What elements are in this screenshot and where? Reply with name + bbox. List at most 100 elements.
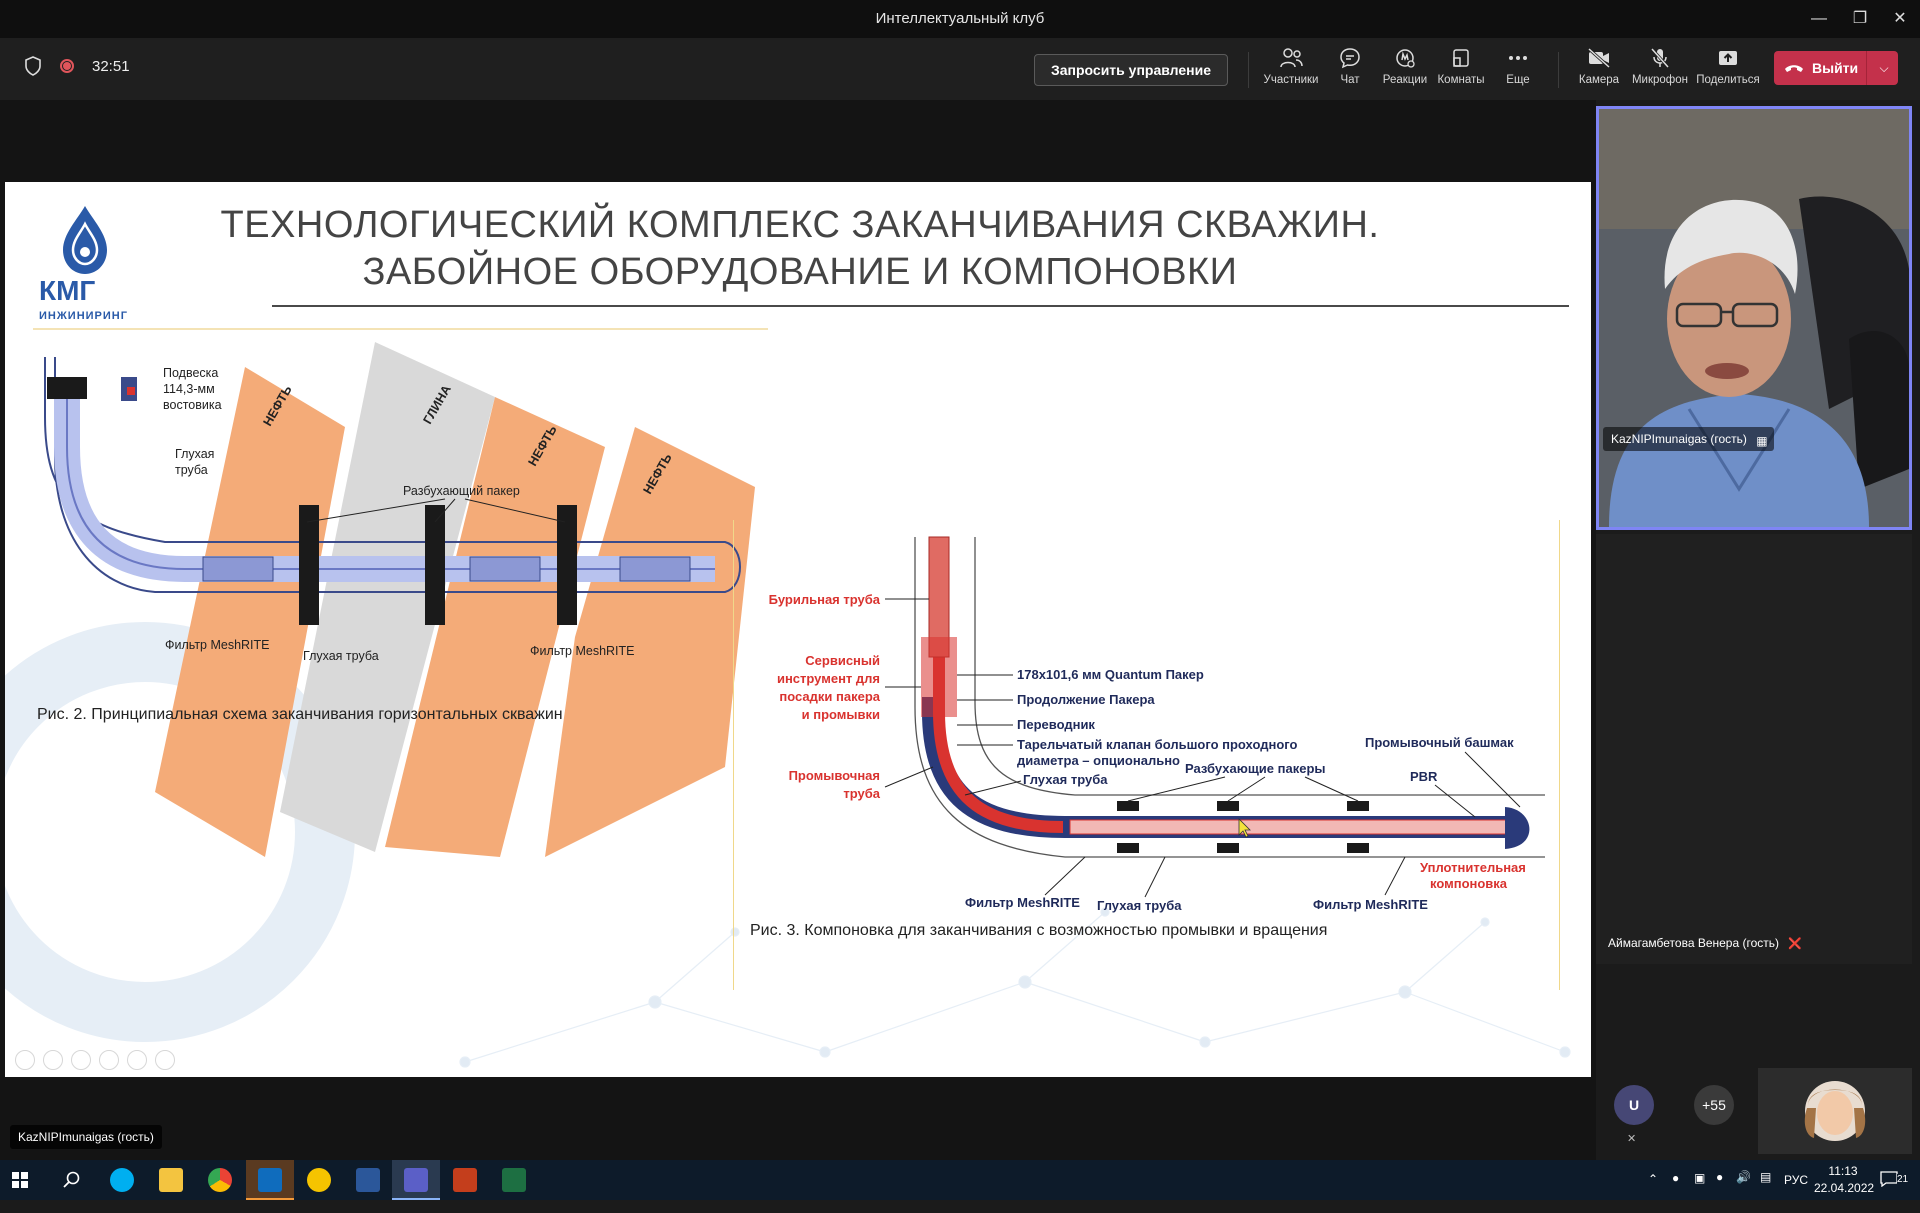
slide-title-line-1: ТЕХНОЛОГИЧЕСКИЙ КОМПЛЕКС ЗАКАНЧИВАНИЯ СК…	[220, 204, 1380, 246]
label-hanger-1: Подвеска	[163, 366, 218, 380]
share-button[interactable]: Поделиться	[1694, 46, 1762, 94]
presentation-slide: КМГ ИНЖИНИРИНГ ТЕХНОЛОГИЧЕСКИЙ КОМПЛЕКС …	[5, 182, 1591, 1077]
participant-avatar-u[interactable]: U	[1614, 1085, 1654, 1125]
1c-icon[interactable]	[307, 1168, 331, 1192]
language-indicator[interactable]: РУС	[1784, 1173, 1808, 1213]
windows-taskbar: ⌃ ● ▣ ● 🔊 ▤ РУС 11:13 22.04.2022 21	[0, 1160, 1920, 1200]
wash-shoe	[1505, 807, 1530, 849]
speaker-video-tile[interactable]: KazNIPImunaigas (гость) ▦	[1596, 106, 1912, 530]
self-view-tile[interactable]	[1758, 1068, 1912, 1154]
chrome-icon[interactable]	[208, 1168, 232, 1192]
label-service-3: посадки пакера	[779, 689, 880, 704]
clock-date: 22.04.2022	[1814, 1181, 1875, 1195]
volume-icon[interactable]: 🔊	[1736, 1170, 1751, 1210]
swell-packer-f	[1347, 843, 1369, 853]
label-packer-extension: Продолжение Пакера	[1017, 692, 1155, 707]
shield-icon	[25, 56, 41, 76]
next-slide-icon[interactable]	[43, 1050, 63, 1070]
more-button[interactable]: Еще	[1485, 46, 1551, 94]
label-swelling-packer: Разбухающий пакер	[403, 484, 520, 498]
tray-teams-icon[interactable]: ●	[1672, 1171, 1679, 1211]
swell-packer-b	[1217, 801, 1239, 811]
notifications-button[interactable]: 21	[1880, 1169, 1916, 1191]
label-blank-bottom: Глухая труба	[303, 649, 379, 663]
swell-packer-e	[1217, 843, 1239, 853]
label-valve-1: Тарельчатый клапан большого проходного	[1017, 737, 1298, 752]
swell-packer-3	[557, 505, 577, 625]
participant-tile[interactable]: Аймагамбетова Венера (гость) ❌	[1596, 534, 1912, 964]
powerpoint-icon[interactable]	[453, 1168, 477, 1192]
outlook-icon[interactable]	[258, 1168, 282, 1192]
leader-pbr	[1434, 784, 1476, 818]
teams-icon[interactable]	[404, 1168, 428, 1192]
meeting-toolbar: 32:51 Запросить управление Участники Чат…	[0, 38, 1920, 100]
swell-packer-d	[1117, 843, 1139, 853]
label-crossover: Переводник	[1017, 717, 1095, 732]
mic-off-icon	[1650, 48, 1670, 68]
clock[interactable]: 11:13 22.04.2022	[1814, 1163, 1875, 1203]
presenter-name-tag: KazNIPImunaigas (гость)	[10, 1125, 162, 1149]
microphone-label: Микрофон	[1631, 74, 1689, 86]
kmg-logo: КМГ	[39, 206, 107, 306]
request-control-button[interactable]: Запросить управление	[1034, 54, 1228, 86]
leave-options-chevron-icon[interactable]: ⌵	[1870, 51, 1898, 85]
word-icon[interactable]	[356, 1168, 380, 1192]
people-icon	[1280, 48, 1303, 68]
search-icon[interactable]	[63, 1171, 81, 1189]
leader-blank	[964, 780, 1022, 796]
label-quantum-packer: 178x101,6 мм Quantum Пакер	[1017, 667, 1204, 682]
participants-button[interactable]: Участники	[1258, 46, 1324, 94]
camera-label: Камера	[1578, 74, 1620, 86]
title-underline	[272, 305, 1569, 307]
file-explorer-icon[interactable]	[159, 1168, 183, 1192]
figure-3-washdown-assembly-diagram: Бурильная труба Сервисный инструмент для…	[769, 536, 1545, 913]
swell-packer-a	[1117, 801, 1139, 811]
more-options-icon[interactable]	[155, 1050, 175, 1070]
restore-icon[interactable]: ❐	[1844, 6, 1876, 32]
network-icon[interactable]: ▤	[1760, 1170, 1771, 1210]
notification-center-icon	[1880, 1171, 1898, 1187]
excel-icon[interactable]	[502, 1168, 526, 1192]
skype-icon[interactable]	[110, 1168, 134, 1192]
leave-button[interactable]: Выйти ⌵	[1774, 51, 1898, 85]
leader-swell-2	[1227, 776, 1266, 802]
self-view-avatar	[1804, 1081, 1866, 1141]
microphone-tray-icon[interactable]: ●	[1716, 1170, 1723, 1210]
slide-title-line-2: ЗАБОЙНОЕ ОБОРУДОВАНИЕ И КОМПОНОВКИ	[362, 251, 1238, 293]
speaker-video-frame	[1599, 109, 1909, 527]
wash-pipe-horizontal	[1069, 819, 1511, 835]
liner-hanger	[47, 377, 87, 399]
label-seal-2: компоновка	[1430, 876, 1508, 891]
share-icon	[1719, 51, 1737, 65]
slides-grid-icon[interactable]	[99, 1050, 119, 1070]
label-blank-1: Глухая	[175, 447, 214, 461]
pen-icon[interactable]	[71, 1050, 91, 1070]
leader-filter-left	[1044, 856, 1086, 896]
leader-shoe	[1464, 751, 1521, 808]
minimize-icon[interactable]: —	[1803, 6, 1835, 32]
close-icon[interactable]: ✕	[1884, 6, 1916, 32]
participant-name: Аймагамбетова Венера (гость)	[1608, 936, 1780, 950]
prev-slide-icon[interactable]	[15, 1050, 35, 1070]
more-label: Еще	[1506, 74, 1530, 86]
participant-muted-icon: ❌	[1788, 938, 1803, 950]
label-drill-pipe: Бурильная труба	[769, 592, 881, 607]
tray-overflow-icon[interactable]: ⌃	[1648, 1172, 1658, 1212]
figure-3-caption: Рис. 3. Компоновка для заканчивания с во…	[750, 922, 1328, 939]
camera-button[interactable]: Камера	[1566, 46, 1632, 94]
more-participants-badge[interactable]: +55	[1694, 1085, 1734, 1125]
window-title: Интеллектуальный клуб	[875, 10, 1045, 27]
pinned-icon: ▦	[1756, 433, 1768, 448]
label-service-4: и промывки	[802, 707, 880, 722]
zoom-icon[interactable]	[127, 1050, 147, 1070]
meeting-timer: 32:51	[92, 57, 130, 75]
window-titlebar: Интеллектуальный клуб — ❐ ✕	[0, 0, 1920, 38]
avatar-muted-icon: ✕	[1627, 1133, 1637, 1145]
tray-app-icon[interactable]: ▣	[1694, 1171, 1705, 1211]
logo-underline	[33, 328, 768, 330]
windows-start-icon[interactable]	[12, 1172, 28, 1188]
leader-swell-3	[1304, 776, 1359, 802]
slide-title: ТЕХНОЛОГИЧЕСКИЙ КОМПЛЕКС ЗАКАНЧИВАНИЯ СК…	[200, 202, 1400, 296]
participant-name-tag: Аймагамбетова Венера (гость) ❌	[1608, 936, 1802, 950]
microphone-button[interactable]: Микрофон	[1627, 46, 1693, 94]
